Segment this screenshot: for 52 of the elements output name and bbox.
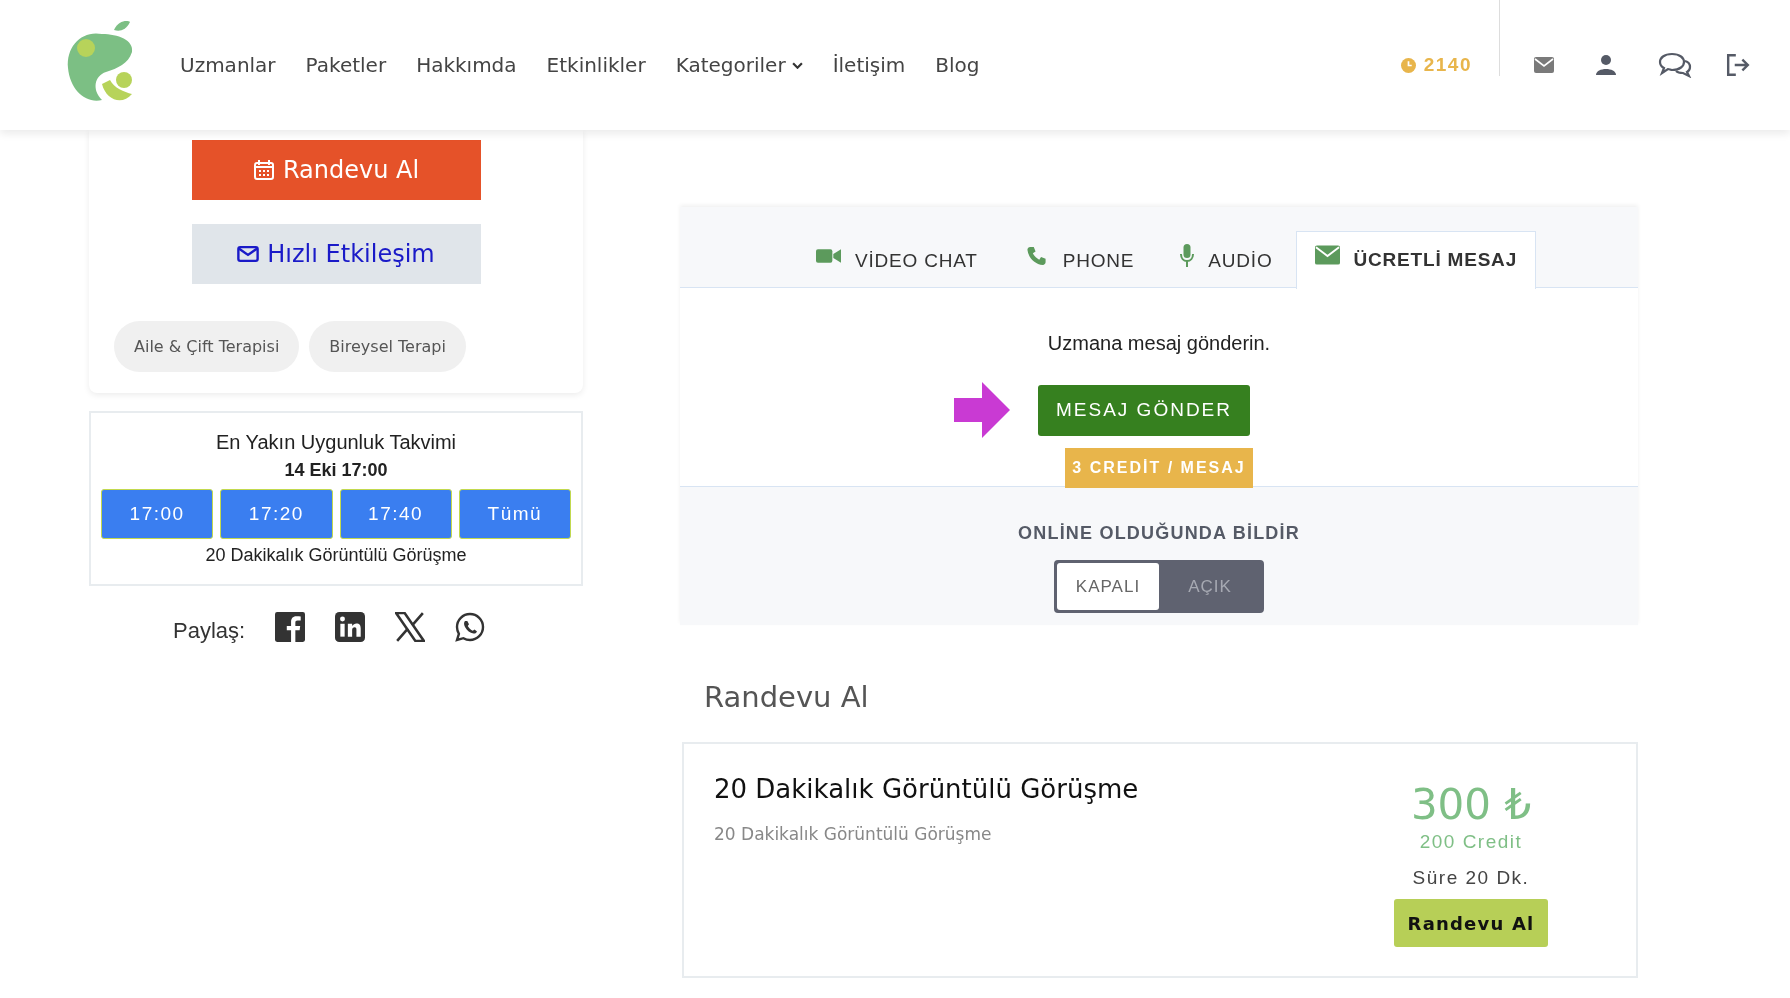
availability-title: En Yakın Uygunluk Takvimi [214,431,458,454]
contact-tab[interactable]: VİDEO CHAT [793,232,1001,289]
mail-icon [237,244,260,264]
nav-link[interactable]: Paketler [305,53,387,77]
clock-icon [1400,57,1416,73]
notify-title: ONLİNE OLDUĞUNDA BİLDİR [1018,523,1300,544]
book-button[interactable]: Randevu Al [191,140,481,200]
facebook-icon[interactable] [275,612,306,642]
calendar-icon [252,160,275,180]
whatsapp-icon[interactable] [455,612,486,642]
contact-tab[interactable]: PHONE [1000,232,1158,289]
caret-icon [791,61,803,69]
category-tag[interactable]: Aile & Çift Terapisi [114,321,300,372]
session-type: 20 Dakikalık Görüntülü Görüşme [204,545,468,566]
package-price: 300 ₺ [1410,780,1532,829]
arrow-icon [954,382,1010,438]
logout-icon[interactable] [1726,53,1750,77]
time-slot-button[interactable]: 17:40 [339,489,452,539]
contact-tab[interactable]: AUDİO [1157,232,1296,289]
user-icon[interactable] [1596,55,1616,75]
package-description: 20 Dakikalık Görüntülü Görüşme [714,824,993,844]
nav-link[interactable]: İletişim [832,53,906,77]
mail-icon[interactable] [1534,55,1554,75]
send-message-button[interactable]: MESAJ GÖNDER [1038,384,1250,436]
credit-balance: 2140 [1423,54,1472,76]
book-package-button[interactable]: Randevu Al [1394,899,1548,947]
nav-link[interactable]: Hakkımda [416,53,517,77]
nav-link[interactable]: Blog [935,53,980,77]
share-label: Paylaş: [173,618,246,644]
section-heading: Randevu Al [704,680,870,714]
message-prompt: Uzmana mesaj gönderin. [1047,332,1271,355]
chat-icon[interactable] [1658,52,1692,78]
time-slot-button[interactable]: 17:00 [101,489,214,539]
time-slot-button[interactable]: Tümü [458,489,571,539]
contact-tab[interactable]: ÜCRETLİ MESAJ [1295,230,1536,289]
package-duration: Süre 20 Dk. [1412,867,1530,889]
price-badge: 3 CREDİT / MESAJ [1065,448,1253,488]
linkedin-icon[interactable] [335,612,366,642]
nav-link[interactable]: Etkinlikler [546,53,646,77]
nav-link[interactable]: Kategoriler [675,53,803,77]
category-tag[interactable]: Bireysel Terapi [309,321,466,372]
package-credit: 200 Credit [1419,831,1523,853]
quick-interaction-button[interactable]: Hızlı Etkileşim [191,224,481,284]
video-camera-icon [816,246,842,266]
package-title: 20 Dakikalık Görüntülü Görüşme [714,774,1139,804]
envelope-icon [1314,245,1340,265]
toggle-option[interactable]: KAPALI [1057,563,1159,610]
time-slot-button[interactable]: 17:20 [220,489,333,539]
microphone-icon [1180,244,1195,268]
x-icon[interactable] [395,612,426,642]
nav-link[interactable]: Uzmanlar [180,53,276,77]
availability-date: 14 Eki 17:00 [283,460,389,481]
